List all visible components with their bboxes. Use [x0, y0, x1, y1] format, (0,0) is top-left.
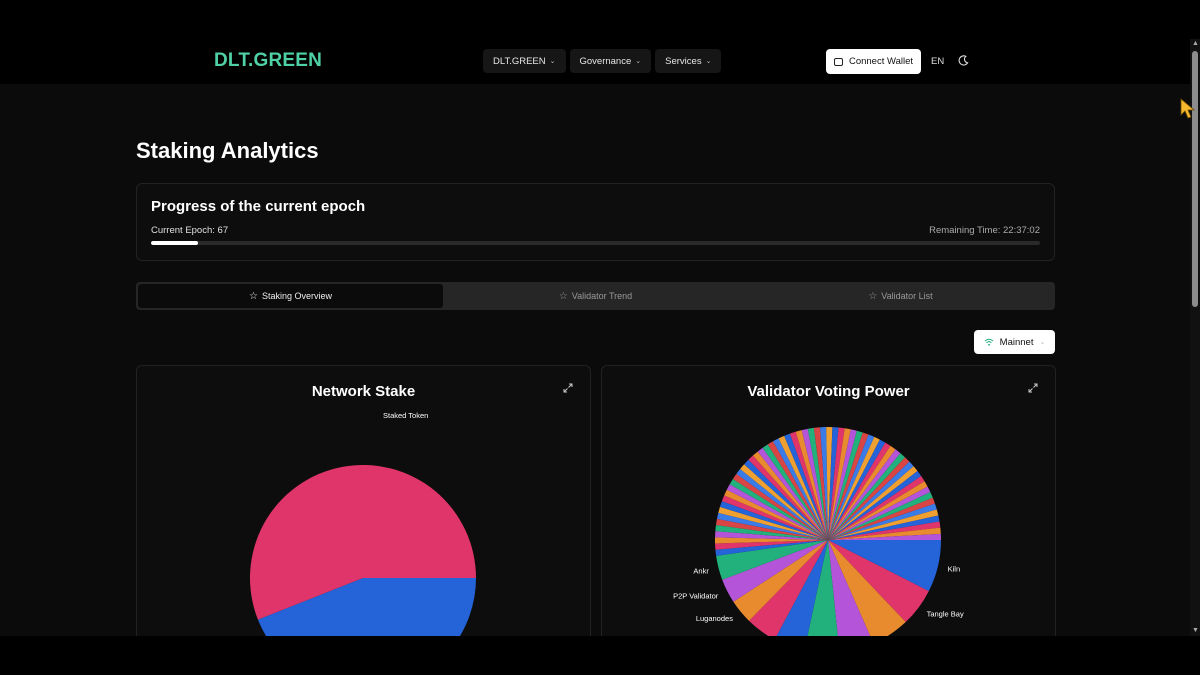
- network-select-value: Mainnet: [999, 336, 1034, 348]
- tab-staking-overview[interactable]: ☆ Staking Overview: [138, 284, 443, 308]
- pie-slice-label: P2P Validator: [673, 592, 719, 601]
- epoch-progress-fill: [151, 241, 199, 245]
- remaining-time-label: Remaining Time: 22:37:02: [929, 225, 1040, 236]
- validator-voting-power-card: Validator Voting Power KilnTangle BayDLT…: [601, 365, 1056, 636]
- moon-icon[interactable]: [958, 55, 969, 66]
- screen-top-bar: [0, 0, 1200, 39]
- epoch-progress-card: Progress of the current epoch Current Ep…: [136, 183, 1055, 261]
- star-icon: ☆: [868, 290, 878, 302]
- pie-slice-label: Kiln: [948, 565, 961, 574]
- star-icon: ☆: [558, 290, 568, 302]
- language-selector[interactable]: EN: [931, 56, 944, 67]
- pie-slice-label: Ankr: [693, 566, 709, 575]
- chevron-down-icon: ⌄: [549, 58, 556, 65]
- vertical-scrollbar[interactable]: ▲ ▼: [1190, 39, 1200, 636]
- epoch-card-title: Progress of the current epoch: [151, 198, 366, 215]
- pie-slice-label: Staked Token: [383, 411, 428, 420]
- chevron-down-icon: ⌄: [1039, 339, 1046, 346]
- scrollbar-thumb[interactable]: [1192, 51, 1198, 307]
- nav-services-dropdown[interactable]: Services ⌄: [655, 49, 722, 73]
- pie-slice-label: Luganodes: [696, 614, 733, 623]
- mouse-cursor-icon: [1180, 98, 1196, 119]
- network-select[interactable]: Mainnet ⌄: [974, 330, 1055, 354]
- pie-slice-label: Tangle Bay: [927, 610, 964, 619]
- scroll-down-arrow-icon[interactable]: ▼: [1192, 627, 1199, 634]
- nav-item-label: Services: [665, 55, 702, 67]
- nav-item-label: Governance: [579, 55, 632, 67]
- chevron-down-icon: ⌄: [705, 58, 712, 65]
- analytics-tabs: ☆ Staking Overview ☆ Validator Trend ☆ V…: [136, 282, 1055, 310]
- tab-label: Validator Trend: [571, 291, 633, 301]
- site-header: DLT.GREEN DLT.GREEN ⌄ Governance ⌄ Servi…: [0, 39, 1190, 84]
- chevron-down-icon: ⌄: [635, 58, 642, 65]
- nav-dltgreen-dropdown[interactable]: DLT.GREEN ⌄: [483, 49, 566, 73]
- page-title: Staking Analytics: [136, 138, 319, 163]
- nav-item-label: DLT.GREEN: [493, 55, 546, 67]
- tab-validator-trend[interactable]: ☆ Validator Trend: [443, 284, 748, 308]
- epoch-progress-bar: [151, 241, 1040, 245]
- main-nav: DLT.GREEN ⌄ Governance ⌄ Services ⌄: [483, 49, 722, 73]
- validator-voting-power-pie: KilnTangle BayDLT.GREENIOTA 2IOTA 1IOTA …: [673, 427, 964, 636]
- star-icon: ☆: [249, 290, 258, 302]
- site-logo[interactable]: DLT.GREEN: [214, 50, 322, 72]
- network-stake-card: Network Stake Staked Token: [136, 365, 591, 636]
- current-epoch-label: Current Epoch: 67: [151, 225, 229, 236]
- connect-wallet-label: Connect Wallet: [848, 56, 914, 67]
- wallet-icon: [833, 57, 843, 66]
- connect-wallet-button[interactable]: Connect Wallet: [826, 49, 921, 74]
- nav-governance-dropdown[interactable]: Governance ⌄: [569, 49, 652, 73]
- tab-validator-list[interactable]: ☆ Validator List: [748, 284, 1053, 308]
- wifi-icon: [984, 338, 993, 346]
- browser-viewport: DLT.GREEN DLT.GREEN ⌄ Governance ⌄ Servi…: [0, 39, 1190, 636]
- tab-label: Validator List: [881, 291, 933, 301]
- screen-bottom-bar: [0, 636, 1200, 675]
- scroll-up-arrow-icon[interactable]: ▲: [1192, 40, 1199, 47]
- network-stake-pie: Staked Token: [250, 411, 476, 636]
- tab-label: Staking Overview: [261, 291, 332, 301]
